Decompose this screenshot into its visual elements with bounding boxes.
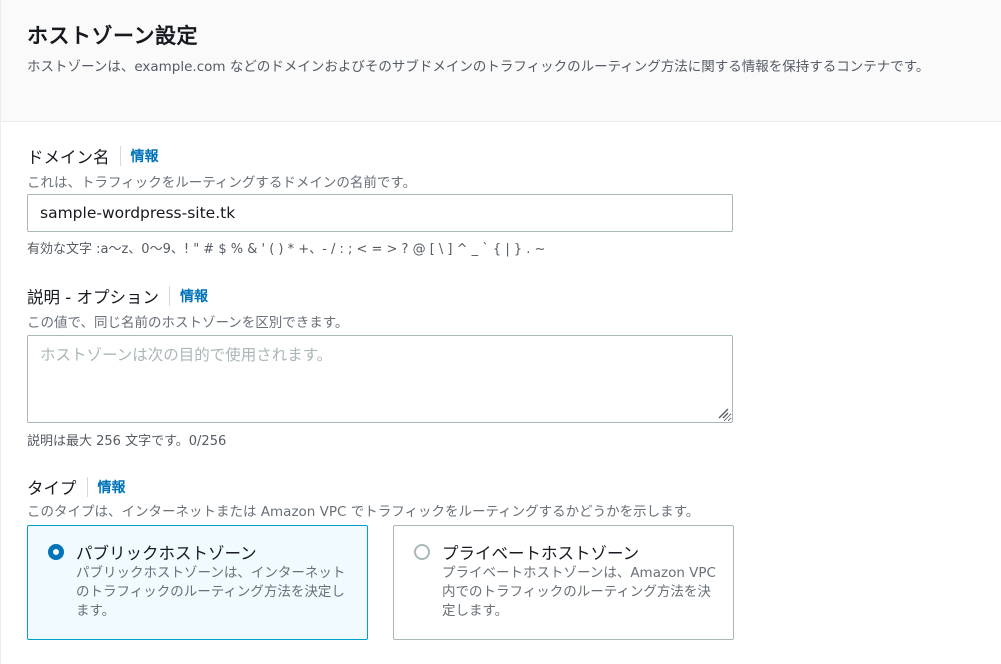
domain-name-label: ドメイン名 xyxy=(27,148,110,167)
public-hosted-zone-title: パブリックホストゾーン xyxy=(76,544,257,563)
resize-handle-icon[interactable] xyxy=(717,407,729,419)
domain-name-info-link[interactable]: 情報 xyxy=(131,146,159,166)
hosted-zone-settings-panel: ホストゾーン設定 ホストゾーンは、example.com などのドメインおよびそ… xyxy=(0,0,1001,664)
comment-description: この値で、同じ名前のホストゾーンを区別できます。 xyxy=(27,315,349,331)
type-label-row: タイプ 情報 xyxy=(27,475,126,499)
type-info-link[interactable]: 情報 xyxy=(98,477,126,497)
public-hosted-zone-description: パブリックホストゾーンは、インターネットのトラフィックのルーティング方法を決定し… xyxy=(76,565,346,619)
public-hosted-zone-radio[interactable] xyxy=(48,544,64,560)
panel-title: ホストゾーン設定 xyxy=(27,24,198,48)
domain-name-constraint: 有効な文字 :a〜z、0〜9、! " # $ % & ' ( ) * +、- /… xyxy=(27,242,546,257)
comment-label-row: 説明 - オプション 情報 xyxy=(27,284,208,308)
info-separator xyxy=(168,286,170,306)
info-separator xyxy=(86,477,88,497)
panel-description: ホストゾーンは、example.com などのドメインおよびそのサブドメインのト… xyxy=(27,59,930,75)
comment-label: 説明 - オプション xyxy=(27,288,159,307)
panel-header: ホストゾーン設定 ホストゾーンは、example.com などのドメインおよびそ… xyxy=(1,0,1001,122)
private-hosted-zone-title: プライベートホストゾーン xyxy=(442,544,640,563)
public-hosted-zone-tile[interactable]: パブリックホストゾーン パブリックホストゾーンは、インターネットのトラフィックの… xyxy=(27,525,368,640)
comment-textarea[interactable] xyxy=(27,335,733,423)
domain-name-label-row: ドメイン名 情報 xyxy=(27,144,159,168)
info-separator xyxy=(119,146,121,166)
private-hosted-zone-radio[interactable] xyxy=(414,544,430,560)
type-description: このタイプは、インターネットまたは Amazon VPC でトラフィックをルーテ… xyxy=(27,504,700,520)
domain-name-input[interactable] xyxy=(27,194,733,232)
comment-info-link[interactable]: 情報 xyxy=(180,286,208,306)
private-hosted-zone-description: プライベートホストゾーンは、Amazon VPC 内でのトラフィックのルーティン… xyxy=(442,565,716,619)
private-hosted-zone-tile[interactable]: プライベートホストゾーン プライベートホストゾーンは、Amazon VPC 内で… xyxy=(393,525,734,640)
comment-constraint: 説明は最大 256 文字です。0/256 xyxy=(27,434,227,449)
domain-name-description: これは、トラフィックをルーティングするドメインの名前です。 xyxy=(27,175,417,191)
type-label: タイプ xyxy=(27,479,77,498)
